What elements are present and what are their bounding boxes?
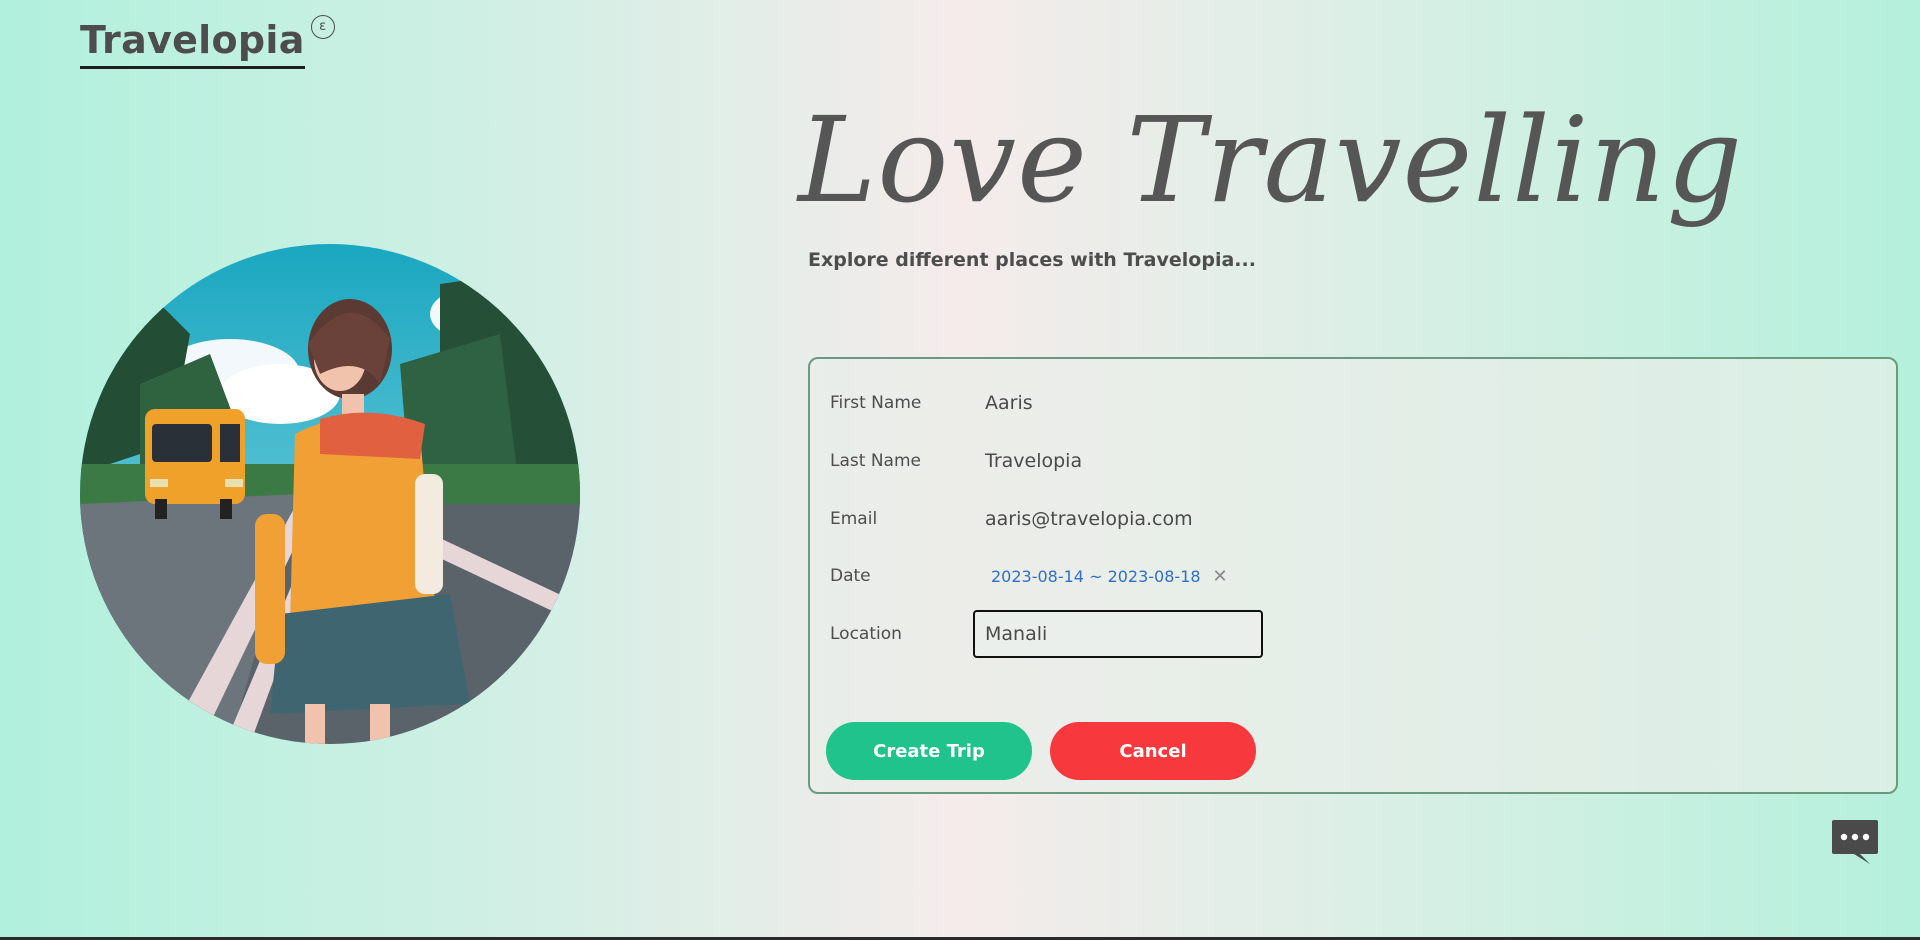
- brand-logo[interactable]: Travelopia ε: [80, 15, 335, 69]
- page-subtitle: Explore different places with Travelopia…: [808, 249, 1256, 271]
- email-value[interactable]: aaris@travelopia.com: [985, 508, 1193, 530]
- chat-bubble-icon[interactable]: [1830, 818, 1880, 866]
- last-name-label: Last Name: [830, 451, 921, 471]
- date-range-picker[interactable]: 2023-08-14 ~ 2023-08-18 ✕: [985, 566, 1228, 587]
- last-name-value[interactable]: Travelopia: [985, 450, 1082, 472]
- logo-text: Travelopia: [80, 18, 305, 69]
- first-name-value[interactable]: Aaris: [985, 392, 1033, 414]
- email-row: Email aaris@travelopia.com: [830, 495, 1193, 543]
- location-label: Location: [830, 624, 902, 644]
- create-trip-button[interactable]: Create Trip: [826, 722, 1032, 780]
- close-icon[interactable]: ✕: [1213, 566, 1228, 587]
- last-name-row: Last Name Travelopia: [830, 437, 1082, 485]
- location-input[interactable]: [973, 610, 1263, 658]
- trip-form: First Name Aaris Last Name Travelopia Em…: [808, 357, 1898, 794]
- cancel-button[interactable]: Cancel: [1050, 722, 1256, 780]
- email-label: Email: [830, 509, 878, 529]
- page-title: Love Travelling: [798, 91, 1744, 229]
- first-name-row: First Name Aaris: [830, 379, 1033, 427]
- date-label: Date: [830, 566, 871, 586]
- date-range-value[interactable]: 2023-08-14 ~ 2023-08-18: [991, 567, 1201, 586]
- location-row: Location: [830, 610, 1263, 658]
- first-name-label: First Name: [830, 393, 922, 413]
- date-row: Date 2023-08-14 ~ 2023-08-18 ✕: [830, 552, 1228, 600]
- traveler-illustration: [80, 244, 580, 744]
- logo-mark-icon: ε: [310, 15, 335, 39]
